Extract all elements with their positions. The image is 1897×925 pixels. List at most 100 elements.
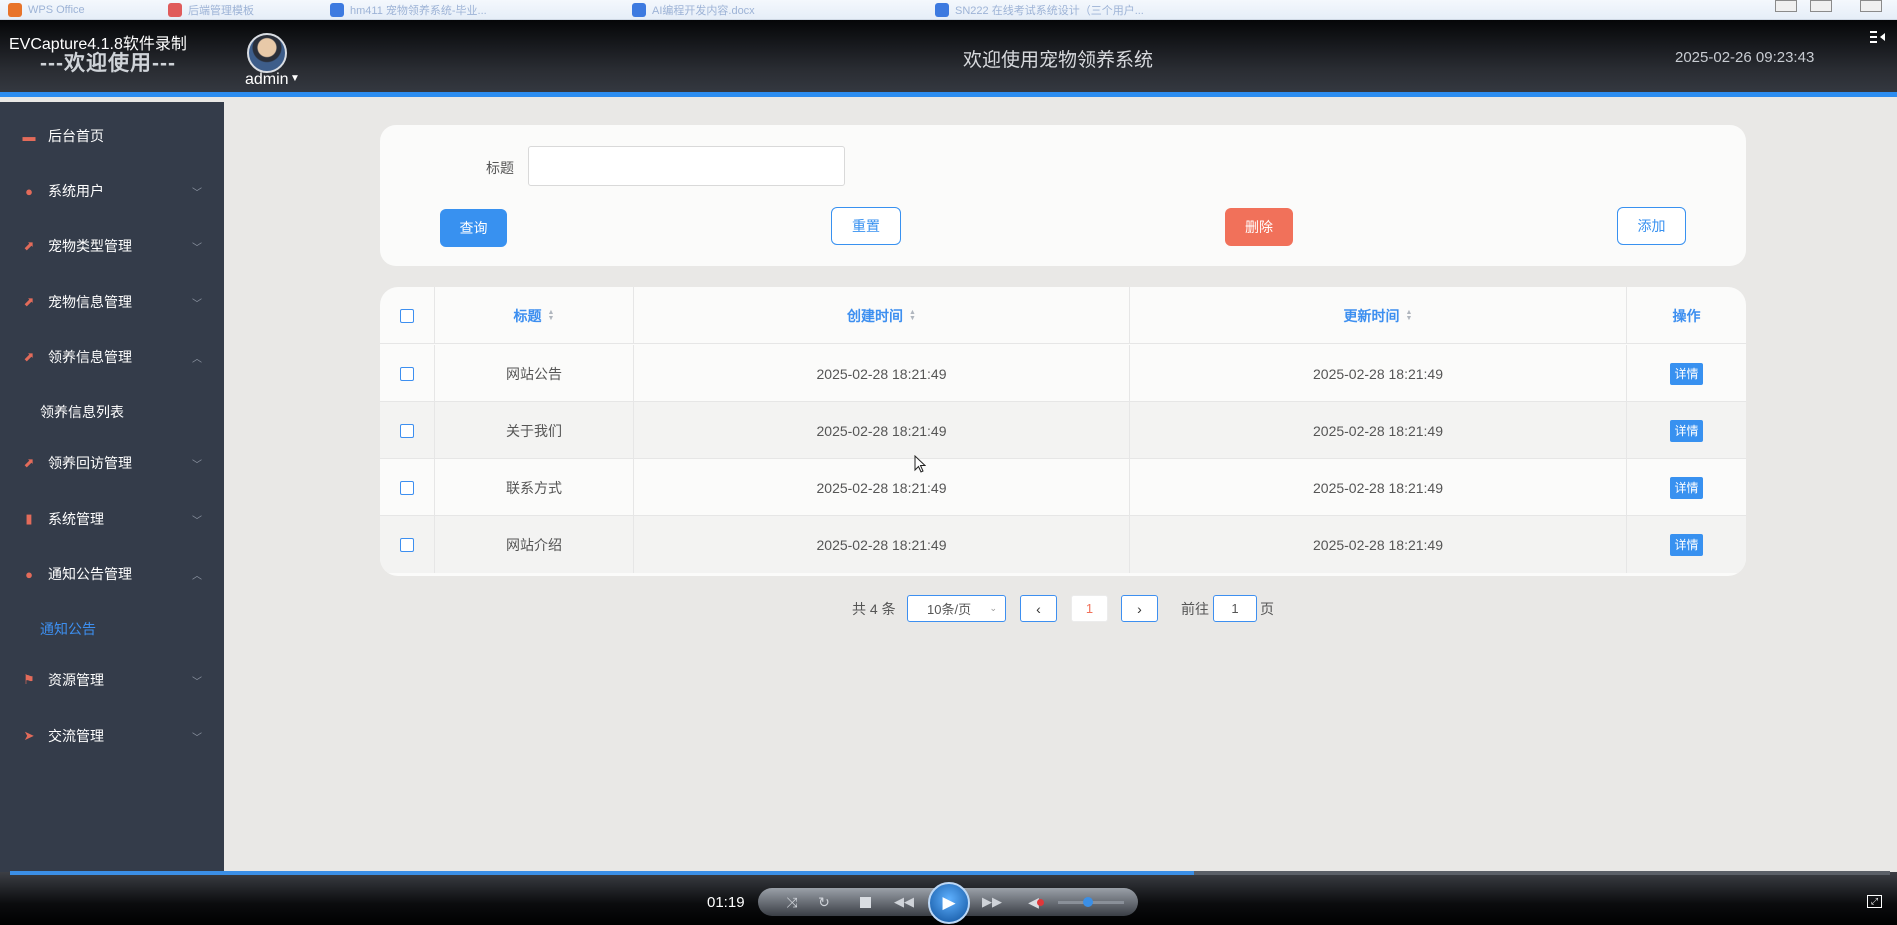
sidebar-toggle-icon[interactable] [1870,30,1888,46]
os-tab[interactable]: 后端管理模板 [168,2,254,18]
next-page-button[interactable]: › [1121,595,1158,622]
row-checkbox[interactable] [400,366,414,381]
goto-page-input[interactable] [1213,595,1257,622]
column-header-title[interactable]: 标题 ▲ ▼ [435,287,634,344]
sidebar-item-label: 系统用户 [48,183,104,199]
playback-time: 01:19 [707,894,745,911]
column-header-updated[interactable]: 更新时间 ▲ ▼ [1130,287,1627,344]
reset-button[interactable]: 重置 [831,207,901,245]
sidebar-item-label: 系统管理 [48,511,104,527]
sidebar-item-label: 宠物类型管理 [48,238,132,254]
cell-updated: 2025-02-28 18:21:49 [1130,516,1627,573]
chevron-down-icon: ﹀ [192,676,202,688]
page-size-select[interactable]: 10条/页 ⌄ [907,595,1006,622]
row-checkbox[interactable] [400,480,414,495]
sidebar-item[interactable]: ⬈ 宠物类型管理 ﹀ [0,226,224,266]
sidebar-item-label: 后台首页 [48,128,104,144]
cell-title: 关于我们 [435,402,634,459]
total-count: 共 4 条 [852,600,896,617]
sort-icon[interactable]: ▲ ▼ [548,309,555,322]
chevron-down-icon[interactable]: ▼ [290,73,300,84]
goto-label: 前往 [1181,600,1209,617]
play-button[interactable]: ▶ [928,882,970,924]
select-all-cell [380,287,435,344]
monitor-icon: ▬ [22,128,36,144]
sidebar-item[interactable]: ⬈ 领养回访管理 ﹀ [0,443,224,483]
sidebar-item[interactable]: ⬈ 宠物信息管理 ﹀ [0,282,224,322]
app-icon [330,3,344,17]
cell-created: 2025-02-28 18:21:49 [634,459,1130,516]
row-select-cell [380,402,435,459]
chevron-down-icon: ﹀ [192,187,202,199]
app-header: EVCapture4.1.8软件录制 ---欢迎使用--- admin ▼ 欢迎… [0,20,1897,97]
sidebar-item[interactable]: ▬ 后台首页 [0,116,224,156]
page-size-value: 10条/页 [927,602,972,617]
app-icon [168,3,182,17]
sidebar-item[interactable]: ➤ 交流管理 ﹀ [0,716,224,756]
rewind-icon[interactable]: ◀◀ [887,889,921,915]
column-header-created[interactable]: 创建时间 ▲ ▼ [634,287,1130,344]
repeat-icon[interactable]: ↻ [814,889,834,915]
sidebar-subitem[interactable]: 领养信息列表 [0,392,224,432]
row-actions-cell: 详情 [1627,459,1746,516]
detail-button[interactable]: 详情 [1670,362,1703,385]
maximize-icon[interactable] [1810,0,1832,12]
sidebar-item[interactable]: ⬈ 领养信息管理 ︿ [0,337,224,377]
sidebar-item[interactable]: ● 通知公告管理 ︿ [0,554,224,594]
flag-icon: ⚑ [23,672,35,687]
fast-forward-icon[interactable]: ▶▶ [975,889,1009,915]
table-row: 联系方式 2025-02-28 18:21:49 2025-02-28 18:21:… [380,459,1746,516]
fullscreen-icon[interactable]: ⤢ [1867,895,1882,908]
app-icon [632,3,646,17]
minimize-icon[interactable] [1775,0,1797,12]
cell-title: 网站公告 [435,345,634,402]
username-dropdown[interactable]: admin [245,71,289,89]
chevron-down-icon: ⌄ [989,603,997,613]
stop-icon[interactable] [855,889,875,915]
sidebar-item[interactable]: ▮ 系统管理 ﹀ [0,499,224,539]
user-icon: ● [25,183,33,199]
add-button[interactable]: 添加 [1617,207,1686,245]
chart-icon: ⬈ [23,349,35,364]
chevron-left-icon: ‹ [1036,600,1041,617]
sidebar-item-label: 领养回访管理 [48,455,132,471]
detail-button[interactable]: 详情 [1670,419,1703,442]
chart-icon: ⬈ [23,238,35,253]
delete-button[interactable]: 删除 [1225,208,1293,246]
os-tab[interactable]: hm411 宠物领养系统-毕业... [330,2,487,18]
row-actions-cell: 详情 [1627,345,1746,402]
prev-page-button[interactable]: ‹ [1020,595,1057,622]
os-taskbar: WPS Office 后端管理模板 hm411 宠物领养系统-毕业... AI编程开发… [0,0,1897,20]
sidebar-item[interactable]: ● 系统用户 ﹀ [0,171,224,211]
os-tab[interactable]: SN222 在线考试系统设计（三个用户... [935,2,1144,18]
select-all-checkbox[interactable] [400,308,414,323]
sidebar-subitem[interactable]: 通知公告 [0,609,224,649]
sidebar-item-label: 通知公告管理 [48,566,132,582]
chart-icon: ⬈ [23,294,35,309]
row-checkbox[interactable] [400,537,414,552]
row-select-cell [380,516,435,573]
volume-knob[interactable] [1082,897,1093,907]
page-number-current[interactable]: 1 [1071,595,1108,622]
cell-created: 2025-02-28 18:21:49 [634,516,1130,573]
sidebar-item[interactable]: ⚑ 资源管理 ﹀ [0,660,224,700]
shuffle-icon[interactable]: ⤨ [782,889,802,915]
detail-button[interactable]: 详情 [1670,533,1703,556]
chart-icon: ⬈ [23,455,35,470]
avatar[interactable] [247,33,287,73]
os-tab[interactable]: AI编程开发内容.docx [632,2,755,18]
os-tab[interactable]: WPS Office [8,2,85,18]
title-search-input[interactable] [528,146,845,186]
sort-icon[interactable]: ▲ ▼ [1406,309,1413,322]
detail-button[interactable]: 详情 [1670,476,1703,499]
sidebar-item-label: 资源管理 [48,672,104,688]
title-search-label: 标题 [486,160,514,176]
column-header-actions: 操作 [1627,287,1746,344]
close-icon[interactable] [1860,0,1882,12]
mute-icon[interactable]: ◀ [1025,889,1047,915]
sort-icon[interactable]: ▲ ▼ [909,309,916,322]
sidebar-item-label: 领养信息管理 [48,349,132,365]
welcome-text: ---欢迎使用--- [40,52,176,75]
query-button[interactable]: 查询 [440,209,507,247]
row-checkbox[interactable] [400,423,414,438]
